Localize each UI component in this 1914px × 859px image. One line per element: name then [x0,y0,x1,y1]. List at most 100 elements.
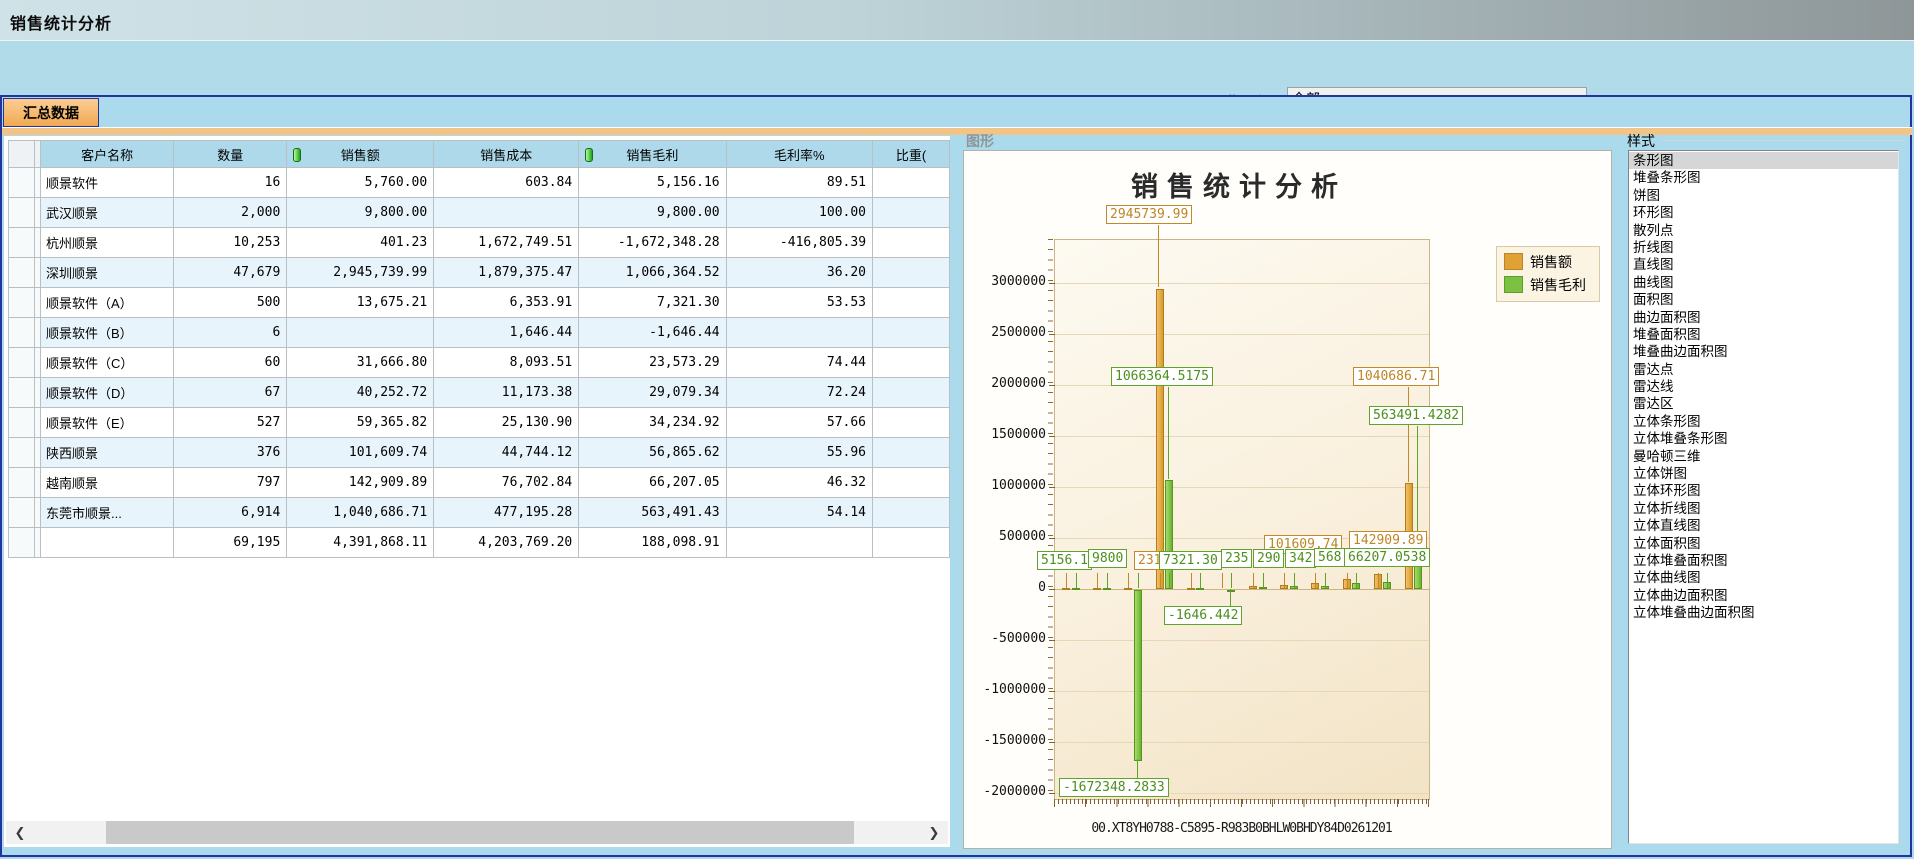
value-cell[interactable]: 53.53 [726,288,872,318]
scroll-right-button[interactable]: ❯ [920,821,948,844]
chart-style-option[interactable]: 立体堆叠面积图 [1629,552,1898,569]
row-selector[interactable] [9,228,35,258]
value-cell[interactable] [873,228,950,258]
customer-name-cell[interactable]: 顺景软件（C） [40,348,173,378]
value-cell[interactable]: 6,914 [174,498,287,528]
row-selector[interactable] [9,528,35,558]
value-cell[interactable]: 76,702.84 [434,468,579,498]
column-header[interactable]: 销售毛利 [579,141,726,168]
value-cell[interactable]: 1,040,686.71 [287,498,434,528]
value-cell[interactable]: 13,675.21 [287,288,434,318]
value-cell[interactable] [287,318,434,348]
value-cell[interactable] [873,168,950,198]
chart-style-option[interactable]: 直线图 [1629,256,1898,273]
value-cell[interactable]: -416,805.39 [726,228,872,258]
chart-style-option[interactable]: 环形图 [1629,204,1898,221]
value-cell[interactable] [873,438,950,468]
value-cell[interactable] [873,468,950,498]
chart-style-option[interactable]: 雷达区 [1629,395,1898,412]
chart-style-option[interactable]: 饼图 [1629,187,1898,204]
value-cell[interactable]: 60 [174,348,287,378]
value-cell[interactable]: 67 [174,378,287,408]
table-row[interactable]: 顺景软件（E）52759,365.8225,130.9034,234.9257.… [9,408,950,438]
value-cell[interactable]: 401.23 [287,228,434,258]
chart-style-option[interactable]: 雷达线 [1629,378,1898,395]
scrollbar-thumb[interactable] [106,821,854,844]
value-cell[interactable]: 56,865.62 [579,438,726,468]
value-cell[interactable]: 59,365.82 [287,408,434,438]
value-cell[interactable]: 4,391,868.11 [287,528,434,558]
chart-style-option[interactable]: 立体面积图 [1629,535,1898,552]
tab-summary-data[interactable]: 汇总数据 [3,98,99,127]
value-cell[interactable]: -1,672,348.28 [579,228,726,258]
value-cell[interactable]: 7,321.30 [579,288,726,318]
value-cell[interactable]: 603.84 [434,168,579,198]
value-cell[interactable]: 376 [174,438,287,468]
customer-name-cell[interactable]: 杭州顺景 [40,228,173,258]
value-cell[interactable]: 9,800.00 [287,198,434,228]
value-cell[interactable] [873,318,950,348]
value-cell[interactable]: 4,203,769.20 [434,528,579,558]
value-cell[interactable] [873,528,950,558]
value-cell[interactable]: 57.66 [726,408,872,438]
customer-name-cell[interactable]: 顺景软件（E） [40,408,173,438]
customer-name-cell[interactable]: 武汉顺景 [40,198,173,228]
value-cell[interactable]: 72.24 [726,378,872,408]
value-cell[interactable]: 47,679 [174,258,287,288]
chart-style-option[interactable]: 堆叠面积图 [1629,326,1898,343]
customer-name-cell[interactable]: 顺景软件（D） [40,378,173,408]
table-row[interactable]: 顺景软件165,760.00603.845,156.1689.51 [9,168,950,198]
value-cell[interactable]: -1,646.44 [579,318,726,348]
row-selector[interactable] [9,318,35,348]
value-cell[interactable] [873,258,950,288]
customer-name-cell[interactable]: 陕西顺景 [40,438,173,468]
value-cell[interactable] [873,348,950,378]
row-selector[interactable] [9,498,35,528]
table-row[interactable]: 陕西顺景376101,609.7444,744.1256,865.6255.96 [9,438,950,468]
value-cell[interactable]: 55.96 [726,438,872,468]
chart-style-option[interactable]: 面积图 [1629,291,1898,308]
customer-name-cell[interactable] [40,528,173,558]
column-header[interactable]: 比重( [873,141,950,168]
row-selector[interactable] [9,438,35,468]
value-cell[interactable]: 89.51 [726,168,872,198]
chart-style-option[interactable]: 堆叠条形图 [1629,169,1898,186]
value-cell[interactable]: 54.14 [726,498,872,528]
value-cell[interactable]: 34,234.92 [579,408,726,438]
row-selector[interactable] [9,288,35,318]
table-row[interactable]: 顺景软件（D）6740,252.7211,173.3829,079.3472.2… [9,378,950,408]
row-selector[interactable] [9,258,35,288]
value-cell[interactable]: 9,800.00 [579,198,726,228]
value-cell[interactable]: 142,909.89 [287,468,434,498]
value-cell[interactable]: 46.32 [726,468,872,498]
value-cell[interactable]: 563,491.43 [579,498,726,528]
table-row[interactable]: 杭州顺景10,253401.231,672,749.51-1,672,348.2… [9,228,950,258]
scroll-left-button[interactable]: ❮ [6,821,34,844]
value-cell[interactable] [873,408,950,438]
value-cell[interactable]: 66,207.05 [579,468,726,498]
table-row[interactable]: 顺景软件（B）61,646.44-1,646.44 [9,318,950,348]
column-header[interactable]: 客户名称 [40,141,173,168]
chart-style-option[interactable]: 折线图 [1629,239,1898,256]
table-row[interactable]: 深圳顺景47,6792,945,739.991,879,375.471,066,… [9,258,950,288]
value-cell[interactable]: 44,744.12 [434,438,579,468]
column-header[interactable]: 销售成本 [434,141,579,168]
chart-style-option[interactable]: 立体曲边面积图 [1629,587,1898,604]
value-cell[interactable]: 5,156.16 [579,168,726,198]
chart-style-option[interactable]: 曲边面积图 [1629,309,1898,326]
value-cell[interactable]: 23,573.29 [579,348,726,378]
column-header[interactable]: 销售额 [287,141,434,168]
table-total-row[interactable]: 69,1954,391,868.114,203,769.20188,098.91 [9,528,950,558]
value-cell[interactable]: 6 [174,318,287,348]
value-cell[interactable]: 1,672,749.51 [434,228,579,258]
chart-style-option[interactable]: 雷达点 [1629,361,1898,378]
chart-style-option[interactable]: 散列点 [1629,222,1898,239]
value-cell[interactable]: 10,253 [174,228,287,258]
table-row[interactable]: 顺景软件（A）50013,675.216,353.917,321.3053.53 [9,288,950,318]
chart-style-option[interactable]: 立体曲线图 [1629,569,1898,586]
table-row[interactable]: 顺景软件（C）6031,666.808,093.5123,573.2974.44 [9,348,950,378]
chart-style-option[interactable]: 立体折线图 [1629,500,1898,517]
customer-name-cell[interactable]: 顺景软件 [40,168,173,198]
value-cell[interactable]: 40,252.72 [287,378,434,408]
value-cell[interactable]: 101,609.74 [287,438,434,468]
